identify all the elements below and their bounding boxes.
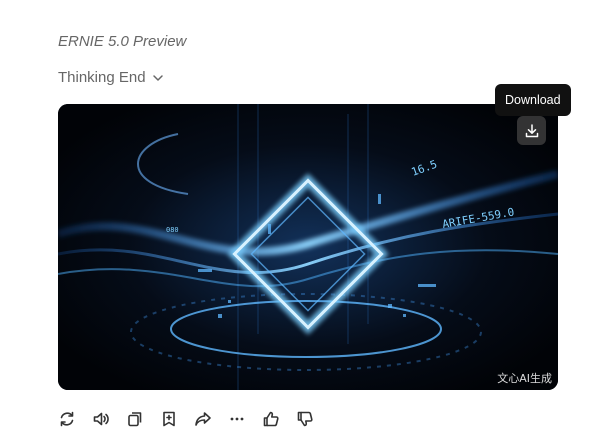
regenerate-button[interactable] [58,408,92,430]
regenerate-icon [60,411,74,427]
model-name: ERNIE 5.0 Preview [58,33,187,50]
bookmark-add-icon [163,411,175,427]
download-button[interactable] [517,116,546,145]
like-button[interactable] [262,408,296,430]
save-button[interactable] [160,408,194,430]
generated-image[interactable]: 16.5 ARIFE-559.0 080 文心AI生成 [58,104,558,390]
image-artwork: 16.5 ARIFE-559.0 080 [58,104,558,390]
download-tooltip: Download [495,84,571,116]
thinking-label: Thinking End [58,69,146,86]
download-icon [525,123,538,137]
speaker-icon [93,412,109,426]
message-actions [58,408,330,430]
read-aloud-button[interactable] [92,408,126,430]
thumbs-up-icon [263,411,279,427]
share-button[interactable] [194,408,228,430]
thumbs-down-icon [297,411,313,427]
share-icon [195,412,211,426]
chevron-down-icon [152,74,163,81]
ai-watermark: 文心AI生成 [497,372,552,385]
overlay-text: 080 [166,226,179,234]
thinking-toggle[interactable]: Thinking End [58,69,164,86]
more-button[interactable] [228,408,262,430]
copy-button[interactable] [126,408,160,430]
copy-icon [128,412,142,427]
dislike-button[interactable] [296,408,330,430]
more-icon [230,417,244,421]
